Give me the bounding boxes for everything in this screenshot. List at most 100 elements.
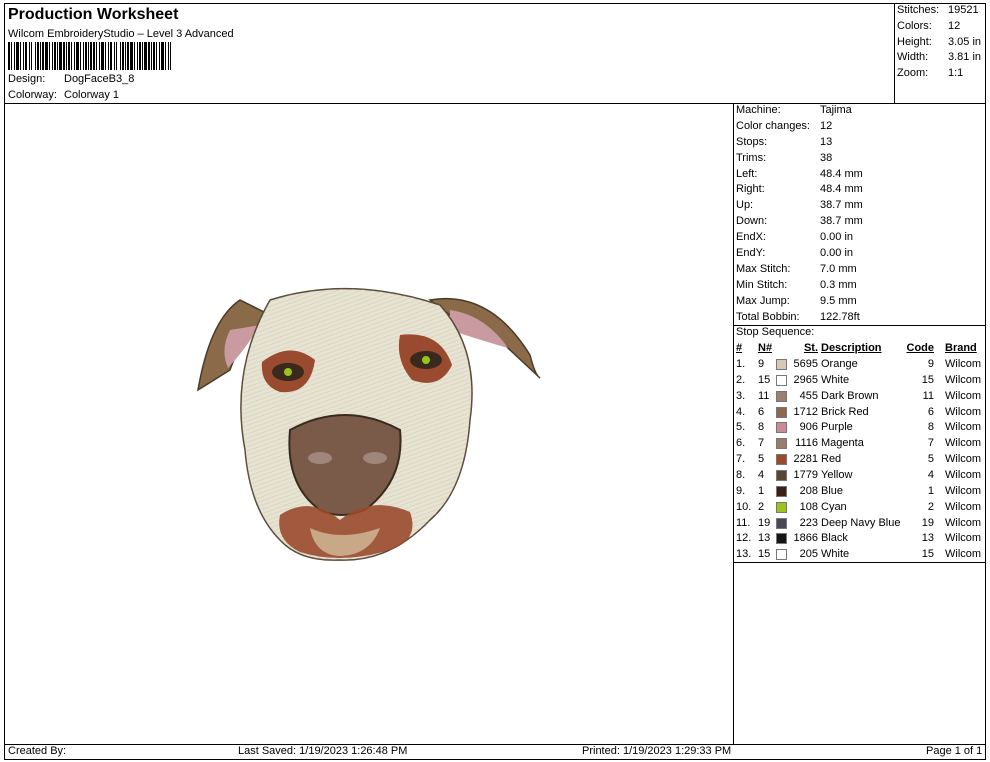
row-description: Cyan <box>821 500 847 513</box>
row-code: 8 <box>927 421 934 434</box>
row-brand: Wilcom <box>945 532 982 545</box>
stop-sequence-row: 12. 13 1866 Black 13 Wilcom <box>736 532 986 548</box>
info-value: 9.5 mm <box>820 294 857 307</box>
color-swatch <box>776 359 787 370</box>
row-needle: 8 <box>758 421 765 434</box>
color-swatch <box>776 469 787 481</box>
summary-row: Colors: 12 <box>897 20 987 36</box>
row-code: 2 <box>927 500 934 513</box>
info-label: Max Jump: <box>736 294 790 307</box>
info-label: Total Bobbin: <box>736 310 800 323</box>
barcode-icon <box>8 42 171 70</box>
frame-bottom <box>4 759 986 760</box>
row-stitches: 208 <box>799 484 818 497</box>
summary-panel: Stitches: 19521 Colors: 12 Height: 3.05 in … <box>897 4 987 83</box>
footer-divider <box>4 744 986 745</box>
info-value: 13 <box>820 135 833 148</box>
row-brand: Wilcom <box>945 516 982 529</box>
row-code: 13 <box>921 532 934 545</box>
info-label: Left: <box>736 167 758 180</box>
info-row: Down: 38.7 mm <box>736 215 986 231</box>
stop-sequence-row: 11. 19 223 Deep Navy Blue 19 Wilcom <box>736 517 986 533</box>
row-description: Dark Brown <box>821 389 879 402</box>
info-value: 0.00 in <box>820 231 854 244</box>
color-swatch <box>776 406 787 418</box>
row-stitches: 5695 <box>793 358 818 370</box>
info-row: Left: 48.4 mm <box>736 168 986 184</box>
row-description: Blue <box>821 484 844 497</box>
row-index: 10. <box>736 500 752 513</box>
summary-divider <box>894 3 895 104</box>
stop-sequence-row: 2. 15 2965 White 15 Wilcom <box>736 374 986 390</box>
summary-value: 1:1 <box>948 67 964 80</box>
row-brand: Wilcom <box>945 500 982 513</box>
color-swatch <box>776 549 787 561</box>
row-brand: Wilcom <box>945 437 982 450</box>
info-label: EndY: <box>736 247 766 260</box>
info-value: Tajima <box>820 104 852 116</box>
sidebar-divider <box>733 103 734 744</box>
row-needle: 15 <box>758 548 771 561</box>
summary-row: Zoom: 1:1 <box>897 67 987 83</box>
row-brand: Wilcom <box>945 405 982 418</box>
stop-sequence-row: 8. 4 1779 Yellow 4 Wilcom <box>736 469 986 485</box>
stop-sequence-row: 6. 7 1116 Magenta 7 Wilcom <box>736 437 986 453</box>
row-index: 6. <box>736 437 746 450</box>
summary-label: Width: <box>897 51 929 64</box>
row-needle: 9 <box>758 358 765 370</box>
summary-value: 19521 <box>948 4 979 16</box>
stop-sequence-row: 3. 11 455 Dark Brown 11 Wilcom <box>736 390 986 406</box>
info-value: 0.00 in <box>820 247 854 260</box>
row-stitches: 2281 <box>793 453 818 466</box>
color-swatch <box>776 501 787 513</box>
design-value: DogFaceB3_8 <box>64 73 135 85</box>
stop-sequence-row: 1. 9 5695 Orange 9 Wilcom <box>736 358 986 374</box>
row-index: 3. <box>736 389 746 402</box>
info-row: Machine: Tajima <box>736 104 986 120</box>
row-index: 7. <box>736 453 746 466</box>
info-row: EndY: 0.00 in <box>736 247 986 263</box>
row-needle: 6 <box>758 405 765 418</box>
col-code-header: Code <box>906 342 935 354</box>
row-code: 1 <box>927 484 934 497</box>
col-stitches-header: St. <box>803 342 818 354</box>
colorway-label: Colorway: <box>8 89 57 101</box>
stop-sequence-row: 9. 1 208 Blue 1 Wilcom <box>736 485 986 501</box>
info-label: Max Stitch: <box>736 262 791 275</box>
row-description: Deep Navy Blue <box>821 516 901 529</box>
info-value: 48.4 mm <box>820 183 863 196</box>
row-index: 2. <box>736 373 746 386</box>
info-label: Stops: <box>736 135 768 148</box>
stop-sequence-row: 7. 5 2281 Red 5 Wilcom <box>736 453 986 469</box>
info-label: Trims: <box>736 151 767 164</box>
info-row: Trims: 38 <box>736 152 986 168</box>
row-needle: 19 <box>758 516 771 529</box>
design-label: Design: <box>8 73 46 85</box>
row-index: 11. <box>736 516 751 529</box>
col-description-header: Description <box>821 342 882 354</box>
row-index: 9. <box>736 484 746 497</box>
colorway-value: Colorway 1 <box>64 89 120 101</box>
page-title: Production Worksheet <box>8 6 179 23</box>
summary-value: 3.05 in <box>948 35 982 48</box>
info-row: Max Jump: 9.5 mm <box>736 295 986 311</box>
row-brand: Wilcom <box>945 484 982 497</box>
summary-label: Height: <box>897 35 932 48</box>
summary-label: Stitches: <box>897 4 940 16</box>
info-row: Color changes: 12 <box>736 120 986 136</box>
created-by: Created By: <box>8 745 67 757</box>
info-value: 12 <box>820 119 833 132</box>
stop-sequence-title: Stop Sequence: <box>736 326 815 338</box>
row-index: 4. <box>736 405 746 418</box>
row-code: 15 <box>921 548 934 561</box>
dog-face-embroidery-icon <box>196 287 541 561</box>
row-index: 5. <box>736 421 746 434</box>
row-stitches: 1116 <box>795 437 818 450</box>
info-value: 122.78ft <box>820 310 860 323</box>
row-description: White <box>821 373 850 386</box>
color-swatch <box>776 454 787 466</box>
info-value: 38 <box>820 151 833 164</box>
info-row: Max Stitch: 7.0 mm <box>736 263 986 279</box>
row-index: 13. <box>736 548 752 561</box>
info-label: Right: <box>736 183 765 196</box>
